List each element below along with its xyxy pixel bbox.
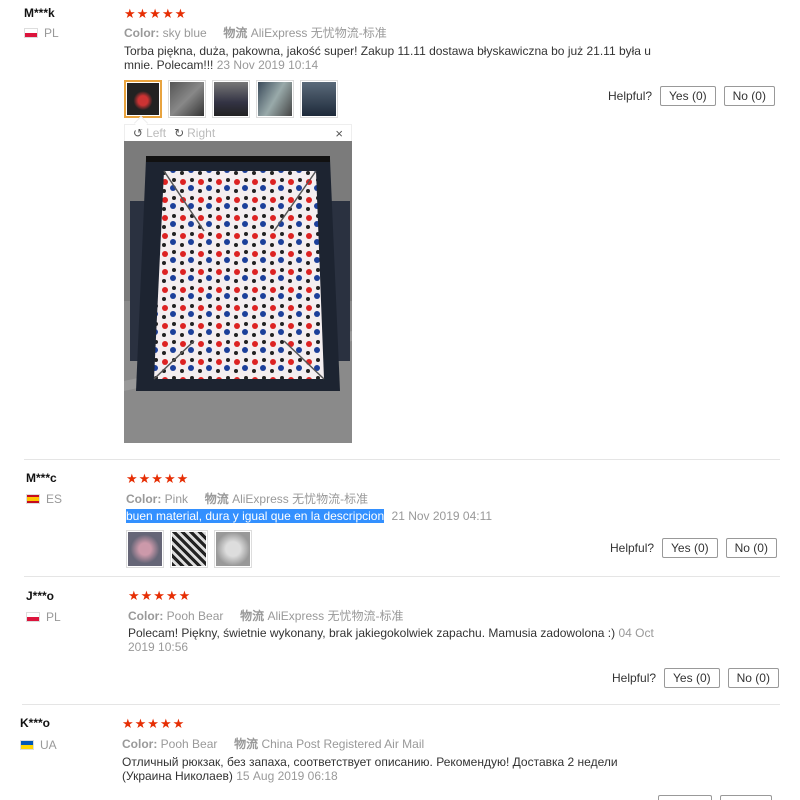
review-meta: Color: Pink 物流 AliExpress 无忧物流-标准 (126, 490, 368, 507)
reviewer-country: PL (26, 610, 61, 624)
review-text-line: Torba piękna, duża, pakowna, jakość supe… (124, 44, 651, 58)
country-code: PL (44, 26, 59, 40)
review-photo-thumb[interactable] (126, 530, 164, 568)
viewer-toolbar: ↺ Left ↻ Right × (124, 124, 352, 141)
helpful-no-button[interactable] (720, 795, 772, 800)
reviewer-name: M***c (26, 471, 57, 485)
color-value: Pooh Bear (160, 737, 218, 751)
poland-flag-icon (26, 612, 40, 622)
review-text-line: (Украина Николаев) (122, 769, 233, 783)
review-meta: Color: sky blue 物流 AliExpress 无忧物流-标准 (124, 24, 387, 41)
country-code: PL (46, 610, 61, 624)
review-text-line: mnie. Polecam!!! (124, 58, 214, 72)
shipping-value: China Post Registered Air Mail (261, 737, 425, 751)
photo-viewer: ↺ Left ↻ Right × (124, 115, 352, 443)
reviewer-country: UA (20, 738, 57, 752)
helpful-label: Helpful? (610, 541, 655, 555)
review-photo-thumb[interactable] (170, 530, 208, 568)
star-rating: ★★★★★ (122, 716, 186, 731)
review-text: Отличный рюкзак, без запаха, соответству… (122, 755, 762, 783)
color-label: Color: (122, 737, 158, 751)
review-text-selected[interactable]: buen material, dura y igual que en la de… (126, 509, 385, 523)
shipping-label: 物流 (223, 26, 248, 40)
reviewer-name: J***o (26, 589, 55, 603)
review-date: 23 Nov 2019 10:14 (216, 58, 319, 72)
review-photos (124, 80, 338, 118)
review-photo-thumb[interactable] (168, 80, 206, 118)
shipping-label: 物流 (234, 737, 259, 751)
shipping-label: 物流 (204, 492, 229, 506)
rotate-right-button[interactable]: ↻ Right (174, 126, 215, 140)
review-meta: Color: Pooh Bear 物流 AliExpress 无忧物流-标准 (128, 607, 403, 624)
review-photo-thumb[interactable] (124, 80, 162, 118)
close-icon[interactable]: × (335, 126, 343, 141)
shipping-label: 物流 (240, 609, 265, 623)
color-label: Color: (128, 609, 164, 623)
review-divider (22, 704, 780, 705)
helpful-yes-button[interactable] (658, 795, 712, 800)
review-divider (24, 459, 780, 460)
color-label: Color: (126, 492, 162, 506)
review-text: Polecam! Piękny, świetnie wykonany, brak… (128, 626, 728, 654)
helpful-yes-button[interactable]: Yes (0) (662, 538, 718, 558)
helpful-no-button[interactable]: No (0) (723, 86, 775, 106)
helpful-no-button[interactable]: No (0) (725, 538, 777, 558)
helpful-no-button[interactable]: No (0) (727, 668, 779, 688)
reviewer-country: ES (26, 492, 62, 506)
review-date: 15 Aug 2019 06:18 (236, 769, 338, 783)
color-value: Pooh Bear (166, 609, 224, 623)
helpful-group: Helpful? Yes (0) No (0) (610, 538, 777, 558)
poland-flag-icon (24, 28, 38, 38)
reviewer-country: PL (24, 26, 59, 40)
reviewer-name: M***k (24, 6, 55, 20)
helpful-yes-button[interactable]: Yes (0) (660, 86, 716, 106)
country-code: ES (46, 492, 63, 506)
helpful-label: Helpful? (612, 671, 657, 685)
star-rating: ★★★★★ (124, 6, 188, 21)
rotate-left-button[interactable]: ↺ Left (133, 126, 166, 140)
star-rating: ★★★★★ (126, 471, 190, 486)
helpful-group: Helpful? Yes (0) No (0) (612, 668, 779, 688)
review-text: Torba piękna, duża, pakowna, jakość supe… (124, 44, 724, 72)
rotate-right-label: Right (187, 126, 216, 140)
color-label: Color: (124, 26, 160, 40)
review-text: buen material, dura y igual que en la de… (126, 509, 726, 523)
review-photos (126, 530, 252, 568)
review-text-line: Отличный рюкзак, без запаха, соответству… (122, 755, 618, 769)
review-date: 04 Oct (618, 626, 654, 640)
country-code: UA (40, 738, 57, 752)
rotate-right-icon: ↻ (174, 126, 185, 140)
review-divider (24, 576, 780, 577)
helpful-yes-button[interactable]: Yes (0) (664, 668, 720, 688)
review-photo-thumb[interactable] (256, 80, 294, 118)
helpful-label: Helpful? (608, 89, 653, 103)
review-photo-large (124, 141, 352, 443)
helpful-group: Helpful? Yes (0) No (0) (608, 86, 775, 106)
shipping-value: AliExpress 无忧物流-标准 (267, 609, 404, 623)
spain-flag-icon (26, 494, 40, 504)
star-rating: ★★★★★ (128, 588, 192, 603)
rotate-left-label: Left (146, 126, 167, 140)
color-value: sky blue (162, 26, 207, 40)
color-value: Pink (164, 492, 189, 506)
review-meta: Color: Pooh Bear 物流 China Post Registere… (122, 735, 424, 752)
bag-interior-image (124, 141, 352, 443)
shipping-value: AliExpress 无忧物流-标准 (232, 492, 369, 506)
review-photo-thumb[interactable] (300, 80, 338, 118)
review-photo-thumb[interactable] (212, 80, 250, 118)
shipping-value: AliExpress 无忧物流-标准 (250, 26, 387, 40)
reviewer-name: K***o (20, 716, 51, 730)
review-date-cont: 2019 10:56 (128, 640, 189, 654)
review-photo-thumb[interactable] (214, 530, 252, 568)
ukraine-flag-icon (20, 740, 34, 750)
review-date: 21 Nov 2019 04:11 (391, 509, 493, 523)
review-text-line: Polecam! Piękny, świetnie wykonany, brak… (128, 626, 616, 640)
